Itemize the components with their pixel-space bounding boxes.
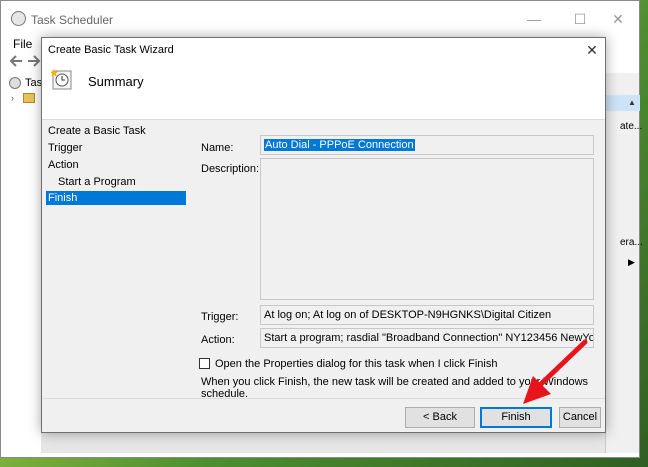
name-value: Auto Dial - PPPoE Connection	[264, 139, 415, 151]
task-clock-icon	[50, 69, 72, 90]
window-title: Task Scheduler	[31, 13, 114, 27]
trigger-label: Trigger:	[201, 311, 239, 323]
nav-step-finish[interactable]: Finish	[46, 191, 186, 205]
open-properties-checkbox-label[interactable]: Open the Properties dialog for this task…	[215, 358, 497, 370]
clock-icon	[9, 77, 21, 89]
wizard-header: Summary	[42, 62, 605, 120]
nav-step-action[interactable]: Action	[46, 158, 186, 172]
cancel-button[interactable]: Cancel	[559, 407, 601, 428]
trigger-field[interactable]: At log on; At log on of DESKTOP-N9HGNKS\…	[260, 305, 594, 325]
close-button[interactable]: ✕	[595, 1, 641, 37]
dialog-close-button[interactable]: ✕	[580, 38, 604, 62]
action-item[interactable]: ate...	[620, 121, 642, 132]
open-properties-checkbox[interactable]	[199, 358, 210, 369]
submenu-arrow-icon: ▶	[628, 257, 635, 267]
action-item[interactable]: era...	[620, 237, 643, 248]
wizard-heading: Summary	[88, 74, 144, 89]
nav-step-start-program[interactable]: Start a Program	[46, 175, 186, 189]
folder-icon	[23, 93, 35, 103]
nav-step-trigger[interactable]: Trigger	[46, 141, 186, 155]
task-scheduler-titlebar: Task Scheduler — ☐ ✕	[1, 1, 639, 37]
back-button[interactable]: < Back	[405, 407, 475, 428]
action-label: Action:	[201, 334, 235, 346]
name-field[interactable]: Auto Dial - PPPoE Connection	[260, 135, 594, 155]
navigation-tree: Tas ›	[5, 73, 43, 453]
chevron-right-icon[interactable]: ›	[11, 93, 14, 103]
wizard-steps-nav: Create a Basic Task Trigger Action Start…	[46, 124, 186, 384]
minimize-button[interactable]: —	[511, 1, 557, 37]
nav-step-create-task[interactable]: Create a Basic Task	[46, 124, 186, 138]
menu-file[interactable]: File	[13, 37, 32, 51]
dialog-titlebar: Create Basic Task Wizard ✕	[42, 38, 605, 62]
forward-arrow-icon[interactable]	[27, 55, 41, 67]
details-pane-edge	[41, 431, 605, 453]
clock-icon	[11, 11, 26, 26]
description-label: Description:	[201, 163, 260, 175]
actions-header: ▲	[606, 95, 640, 111]
red-arrow-icon	[523, 339, 588, 404]
back-arrow-icon[interactable]	[9, 55, 23, 67]
collapse-icon[interactable]: ▲	[628, 98, 636, 107]
description-field[interactable]	[260, 158, 594, 300]
finish-button[interactable]: Finish	[480, 407, 552, 428]
name-label: Name:	[201, 142, 234, 154]
dialog-title: Create Basic Task Wizard	[48, 44, 174, 56]
tree-item-label[interactable]: Tas	[25, 77, 42, 89]
actions-pane: ▲ ate... era... ▶	[605, 73, 643, 453]
